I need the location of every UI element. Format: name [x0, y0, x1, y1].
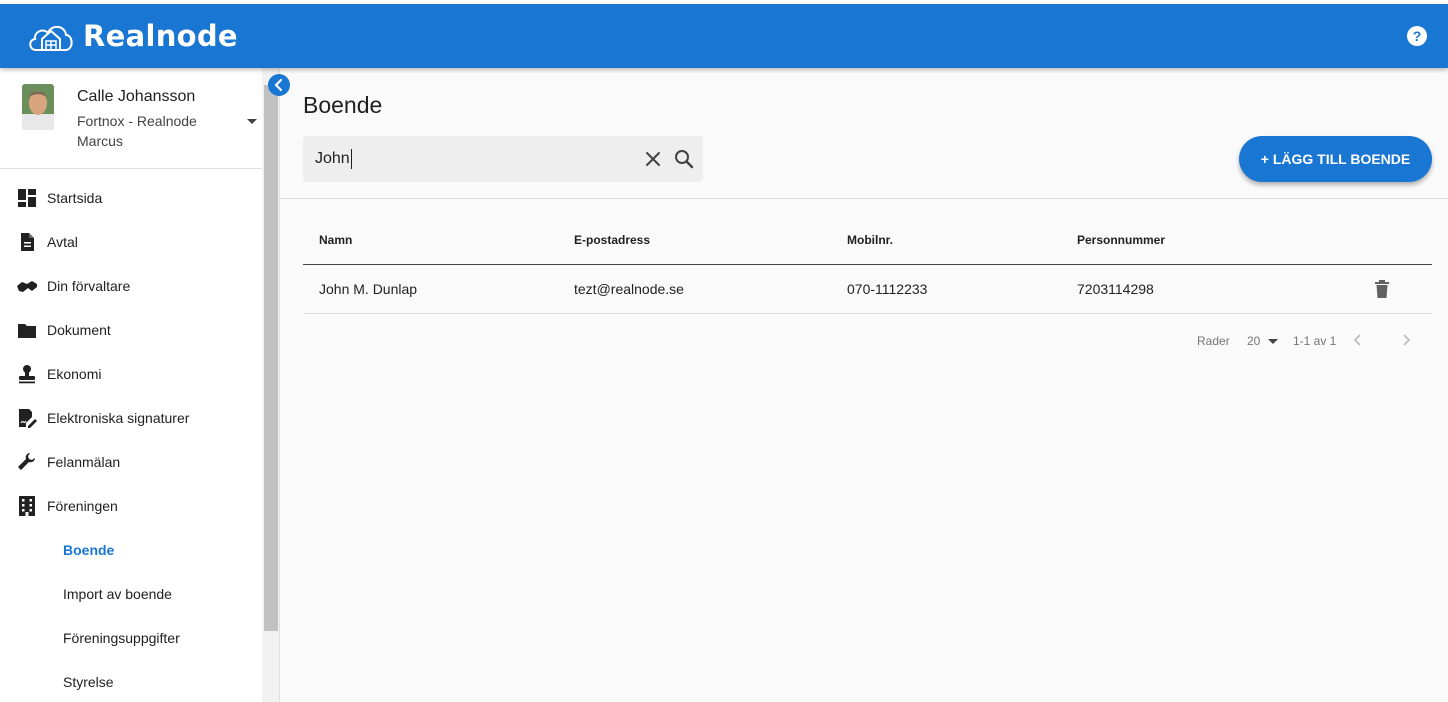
sidebar: Calle Johansson Fortnox - Realnode Marcu…: [0, 68, 262, 702]
sidebar-subitem-boende[interactable]: Boende: [0, 528, 262, 572]
sidebar-item-label: Startsida: [47, 190, 103, 206]
search-icon[interactable]: [673, 148, 695, 170]
sidebar-item-label: Boende: [63, 542, 115, 558]
chevron-down-icon[interactable]: [1268, 339, 1278, 344]
cell-email: tezt@realnode.se: [574, 281, 684, 297]
sidebar-item-label: Föreningsuppgifter: [63, 630, 180, 646]
sidebar-item-label: Styrelse: [63, 674, 114, 690]
column-header-mobil[interactable]: Mobilnr.: [847, 233, 893, 247]
main-content: Boende + LÄGG TILL BOENDE Namn E-postadr…: [280, 68, 1448, 702]
sidebar-item-dokument[interactable]: Dokument: [0, 308, 262, 352]
cell-mobile: 070-1112233: [847, 281, 928, 297]
table-header: Namn E-postadress Mobilnr. Personnummer: [303, 218, 1432, 265]
folder-icon: [18, 324, 36, 338]
sidebar-scrollbar-thumb[interactable]: [264, 85, 278, 631]
rows-per-page-select[interactable]: 20: [1247, 334, 1260, 348]
chevron-left-icon: [274, 78, 283, 92]
table-row[interactable]: John M. Dunlap tezt@realnode.se 070-1112…: [303, 265, 1432, 314]
add-boende-button[interactable]: + LÄGG TILL BOENDE: [1239, 136, 1432, 182]
house-cloud-logo[interactable]: [26, 18, 76, 56]
chevron-right-icon[interactable]: [1398, 332, 1414, 348]
signature-icon: [19, 409, 37, 428]
sidebar-item-label: Ekonomi: [47, 366, 102, 382]
user-organization: Fortnox - Realnode: [77, 113, 197, 129]
sidebar-item-label: Dokument: [47, 322, 111, 338]
document-icon: [21, 233, 34, 251]
text-cursor: [351, 149, 352, 169]
wrench-icon: [18, 453, 35, 470]
sidebar-item-ekonomi[interactable]: Ekonomi: [0, 352, 262, 396]
chevron-down-icon[interactable]: [247, 119, 257, 124]
sidebar-item-label: Felanmälan: [47, 454, 121, 470]
sidebar-item-elektroniska-signaturer[interactable]: Elektroniska signaturer: [0, 396, 262, 440]
sidebar-item-label: Din förvaltare: [47, 278, 131, 294]
svg-text:?: ?: [1413, 28, 1422, 44]
stamp-icon: [19, 365, 35, 384]
user-name: Calle Johansson: [77, 88, 196, 105]
close-icon[interactable]: [644, 150, 662, 168]
sidebar-item-felanmalan[interactable]: Felanmälan: [0, 440, 262, 484]
search-input[interactable]: [315, 148, 635, 170]
column-header-namn[interactable]: Namn: [319, 233, 352, 247]
trash-icon[interactable]: [1373, 279, 1391, 299]
sidebar-subitem-styrelse[interactable]: Styrelse: [0, 660, 262, 702]
divider: [280, 198, 1448, 199]
sidebar-item-foreningen[interactable]: Föreningen: [0, 484, 262, 528]
sidebar-item-avtal[interactable]: Avtal: [0, 220, 262, 264]
user-subtitle: Marcus: [77, 133, 123, 149]
building-icon: [19, 496, 35, 516]
avatar: [22, 84, 54, 130]
cell-name: John M. Dunlap: [319, 281, 418, 297]
sidebar-item-startsida[interactable]: Startsida: [0, 176, 262, 220]
sidebar-item-din-forvaltare[interactable]: Din förvaltare: [0, 264, 262, 308]
sidebar-subitem-foreningsuppgifter[interactable]: Föreningsuppgifter: [0, 616, 262, 660]
collapse-sidebar-button[interactable]: [268, 74, 290, 96]
search-field[interactable]: [303, 136, 703, 182]
sidebar-item-label: Elektroniska signaturer: [47, 410, 190, 426]
rows-per-page-label: Rader: [1197, 334, 1230, 348]
sidebar-item-label: Föreningen: [47, 498, 118, 514]
app-bar: Realnode ?: [0, 4, 1448, 68]
user-profile[interactable]: Calle Johansson Fortnox - Realnode Marcu…: [0, 68, 262, 169]
column-header-personnummer[interactable]: Personnummer: [1077, 233, 1165, 247]
column-header-epost[interactable]: E-postadress: [574, 233, 650, 247]
sidebar-item-label: Avtal: [47, 234, 78, 250]
help-circle-icon[interactable]: ?: [1406, 25, 1428, 47]
dashboard-icon: [18, 189, 36, 207]
pagination-range: 1-1 av 1: [1293, 334, 1337, 348]
page-title: Boende: [303, 92, 383, 118]
sidebar-subitem-import-av-boende[interactable]: Import av boende: [0, 572, 262, 616]
handshake-icon: [17, 281, 37, 292]
chevron-left-icon[interactable]: [1350, 332, 1366, 348]
brand-name: Realnode: [83, 19, 238, 53]
cell-personnummer: 7203114298: [1077, 281, 1154, 297]
sidebar-item-label: Import av boende: [63, 586, 172, 602]
